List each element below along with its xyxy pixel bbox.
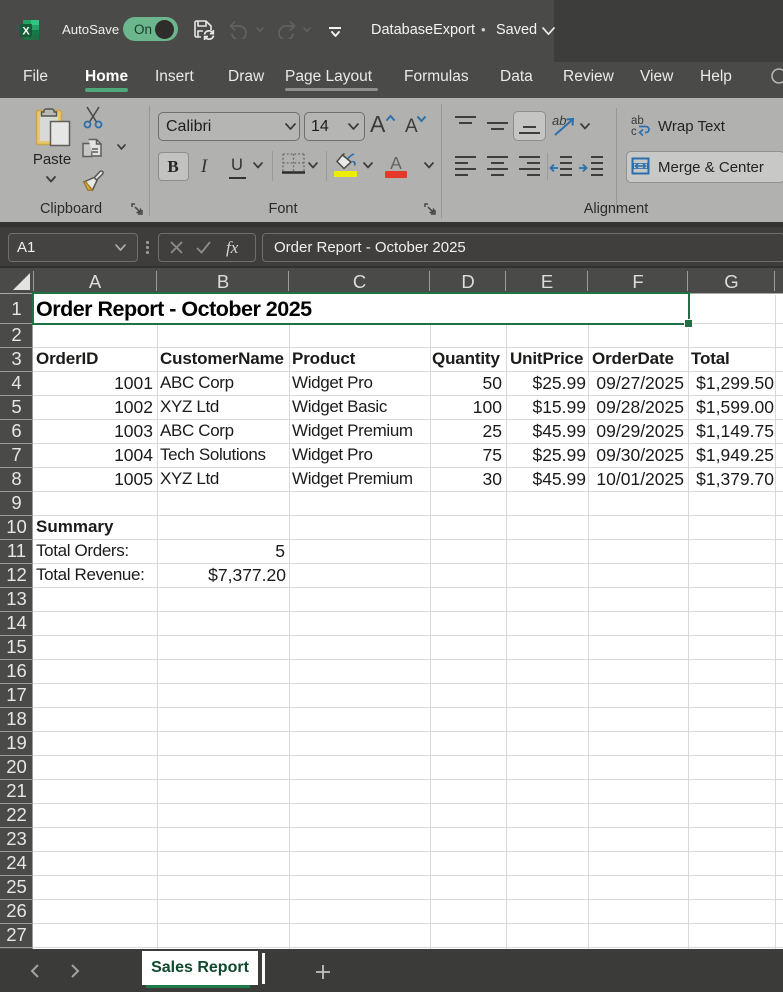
- svg-text:c: c: [631, 126, 637, 137]
- svg-text:X: X: [22, 26, 30, 38]
